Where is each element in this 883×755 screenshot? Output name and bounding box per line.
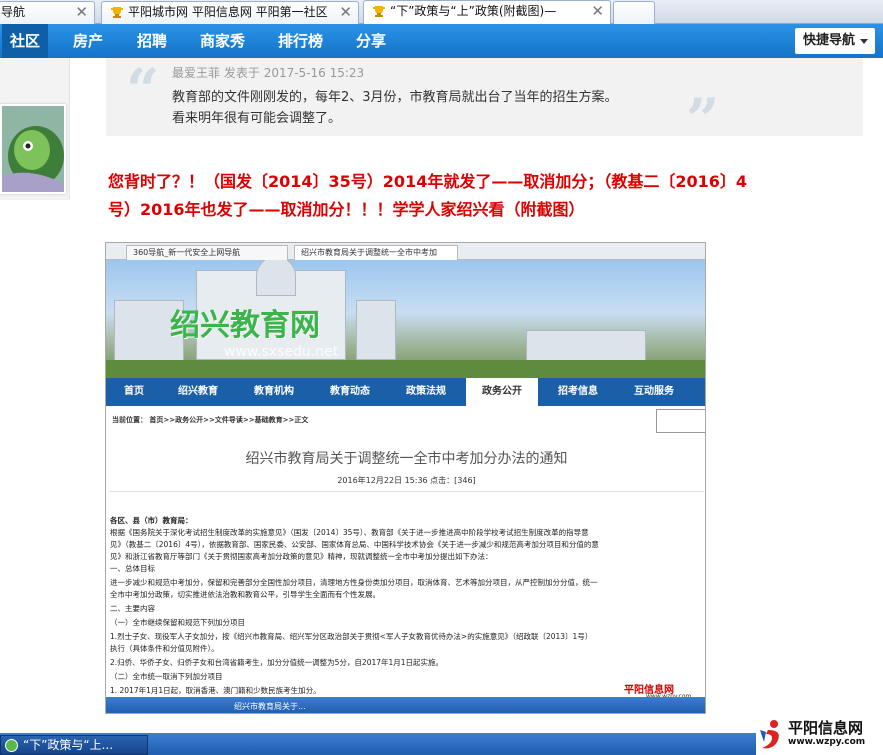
screenshot-nav-item: 首页 bbox=[124, 386, 144, 397]
quote-open-icon: “ bbox=[126, 56, 160, 124]
screenshot-body-line: 见》和浙江省教育厅等部门《关于贯彻国家高考加分政策的意见》精神，现就调整统一全市… bbox=[110, 552, 493, 561]
screenshot-body-line: 执行（具体条件和分值见附件）。 bbox=[110, 644, 219, 653]
screenshot-body-line: （一）全市继续保留和规范下列加分项目 bbox=[110, 618, 245, 627]
new-tab-button[interactable] bbox=[613, 1, 655, 24]
divider bbox=[110, 491, 704, 492]
tab-label: 平阳城市网 平阳信息网 平阳第一社区 bbox=[128, 5, 328, 19]
browser-tab-current[interactable]: “下”政策与“上”政策(附截图)— ✕ bbox=[363, 0, 611, 25]
screenshot-nav-item: 绍兴教育 bbox=[178, 386, 218, 397]
chevron-down-icon bbox=[860, 39, 868, 44]
trophy-icon bbox=[373, 6, 385, 17]
screenshot-taskbar: 绍兴市教育局关于... bbox=[106, 697, 705, 713]
close-icon[interactable]: ✕ bbox=[75, 2, 88, 23]
screenshot-body-line: 进一步减少和规范中考加分，保留和完善部分全国性加分项目，清理地方性身份类加分项目… bbox=[110, 578, 598, 587]
tab-label: 导航 bbox=[1, 5, 26, 19]
brand-url: www.wzpy.com bbox=[788, 737, 866, 747]
screenshot-nav-item: 互动服务 bbox=[634, 386, 674, 397]
nav-item-share[interactable]: 分享 bbox=[356, 24, 386, 58]
brand-logo-icon bbox=[760, 720, 779, 749]
nav-item-rankings[interactable]: 排行榜 bbox=[278, 24, 323, 58]
tab-label: “下”政策与“上”政策(附截图)— bbox=[390, 4, 557, 18]
screenshot-logo-url: www.sxsedu.net bbox=[224, 344, 339, 360]
site-nav: 社区 房产 招聘 商家秀 排行榜 分享 快捷导航 bbox=[0, 24, 883, 58]
browser-tab-strip: 导航 ✕ 平阳城市网 平阳信息网 平阳第一社区 ✕ “下”政策与“上”政策(附截… bbox=[0, 0, 883, 25]
screenshot-nav: 首页 绍兴教育 教育机构 教育动态 政策法规 政务公开 招考信息 互动服务 bbox=[106, 378, 705, 406]
screenshot-breadcrumb: 当前位置： 首页>>政务公开>>文件导读>>基础教育>>正文 bbox=[112, 416, 309, 424]
screenshot-body-line: 1.烈士子女、现役军人子女加分，按《绍兴市教育局、绍兴军分区政治部关于贯彻<军人… bbox=[110, 632, 593, 641]
browser-tab-pingyang[interactable]: 平阳城市网 平阳信息网 平阳第一社区 ✕ bbox=[101, 1, 359, 24]
nav-item-realestate[interactable]: 房产 bbox=[73, 24, 103, 58]
browser-icon bbox=[5, 739, 18, 752]
trophy-icon bbox=[111, 7, 123, 18]
screenshot-body-line: 根据《国务院关于深化考试招生制度改革的实施意见》（国发〔2014〕35号）、教育… bbox=[110, 528, 589, 537]
screenshot-body-line: 各区、县（市）教育局： bbox=[110, 516, 193, 525]
quote-author[interactable]: 最爱王菲 bbox=[172, 66, 220, 80]
taskbar: “下”政策与“上... bbox=[0, 733, 883, 755]
headline-line: 号）2016年也发了——取消加分！！！学学人家绍兴看（附截图） bbox=[108, 200, 585, 219]
taskbar-button[interactable]: “下”政策与“上... bbox=[0, 735, 148, 755]
nav-item-community[interactable]: 社区 bbox=[2, 24, 49, 58]
brand-name: 平阳信息网 bbox=[788, 719, 864, 737]
screenshot-nav-item-active: 政务公开 bbox=[466, 378, 538, 406]
screenshot-tab: 360导航_新一代安全上网导航 bbox=[126, 245, 288, 260]
quote-close-icon: ” bbox=[686, 86, 720, 154]
screenshot-logo: 绍兴教育网 bbox=[170, 308, 320, 343]
close-icon[interactable]: ✕ bbox=[591, 1, 604, 22]
brand-watermark: 平阳信息网 www.wzpy.com bbox=[756, 716, 883, 755]
post-headline: 您背时了？！（国发〔2014〕35号）2014年就发了——取消加分；（教基二〔2… bbox=[108, 168, 868, 224]
screenshot-body-line: 2.归侨、华侨子女、归侨子女和台湾省籍考生，加分分值统一调整为5分，自2017年… bbox=[110, 658, 444, 667]
quote-line: 看来明年很有可能会调整了。 bbox=[172, 111, 342, 126]
screenshot-nav-item: 政策法规 bbox=[406, 386, 446, 397]
browser-tab-nav[interactable]: 导航 ✕ bbox=[0, 1, 95, 24]
screenshot-taskbar-text: 绍兴市教育局关于... bbox=[234, 702, 306, 711]
nav-item-jobs[interactable]: 招聘 bbox=[137, 24, 167, 58]
screenshot-search-box bbox=[656, 409, 705, 433]
screenshot-tab-strip: 360导航_新一代安全上网导航 绍兴市教育局关于调整统一全市中考加 bbox=[106, 243, 705, 260]
screenshot-body-line: 1. 2017年1月1日起，取消香港、澳门籍和少数民族考生加分。 bbox=[110, 686, 321, 695]
screenshot-body-line: 见》（教基二〔2016〕4号），依据教育部、国家民委、公安部、国家体育总局、中国… bbox=[110, 540, 599, 549]
attached-screenshot[interactable]: 360导航_新一代安全上网导航 绍兴市教育局关于调整统一全市中考加 绍兴教育网 … bbox=[105, 242, 706, 714]
screenshot-date: 2016年12月22日 15:36 点击：[346] bbox=[337, 476, 476, 485]
taskbar-button-label: “下”政策与“上... bbox=[23, 738, 114, 752]
headline-line: 您背时了？！（国发〔2014〕35号）2014年就发了——取消加分；（教基二〔2… bbox=[108, 172, 747, 191]
nav-item-merchants[interactable]: 商家秀 bbox=[200, 24, 245, 58]
quote-block: “ 最爱王菲 发表于 2017-5-16 15:23 教育部的文件刚刚发的，每年… bbox=[106, 56, 863, 154]
screenshot-banner: 绍兴教育网 www.sxsedu.net bbox=[106, 260, 705, 378]
screenshot-nav-item: 教育机构 bbox=[254, 386, 294, 397]
screenshot-body-line: 二、主要内容 bbox=[110, 604, 155, 613]
close-icon[interactable]: ✕ bbox=[339, 2, 352, 23]
quote-posted: 发表于 bbox=[223, 66, 260, 80]
screenshot-body-line: （二）全市统一取消下列加分项目 bbox=[110, 672, 223, 681]
screenshot-tab: 绍兴市教育局关于调整统一全市中考加 bbox=[294, 245, 458, 260]
quote-line: 教育部的文件刚刚发的，每年2、3月份，市教育局就出台了当年的招生方案。 bbox=[172, 90, 618, 105]
screenshot-nav-item: 招考信息 bbox=[558, 386, 598, 397]
quick-nav-label: 快捷导航 bbox=[803, 33, 856, 48]
quick-nav-dropdown[interactable]: 快捷导航 bbox=[795, 28, 875, 54]
author-sidebar bbox=[0, 58, 70, 200]
quote-time: 2017-5-16 15:23 bbox=[263, 66, 365, 80]
quote-meta: 最爱王菲 发表于 2017-5-16 15:23 bbox=[172, 64, 364, 81]
screenshot-nav-item: 教育动态 bbox=[330, 386, 370, 397]
screenshot-title: 绍兴市教育局关于调整统一全市中考加分办法的通知 bbox=[245, 451, 568, 467]
screenshot-body-line: 全市中考加分政策，切实推进依法治教和教育公平，引导学生全面而有个性发展。 bbox=[110, 590, 380, 599]
avatar[interactable] bbox=[0, 104, 66, 194]
page: 导航 ✕ 平阳城市网 平阳信息网 平阳第一社区 ✕ “下”政策与“上”政策(附截… bbox=[0, 0, 883, 755]
screenshot-body-line: 一、总体目标 bbox=[110, 564, 155, 573]
